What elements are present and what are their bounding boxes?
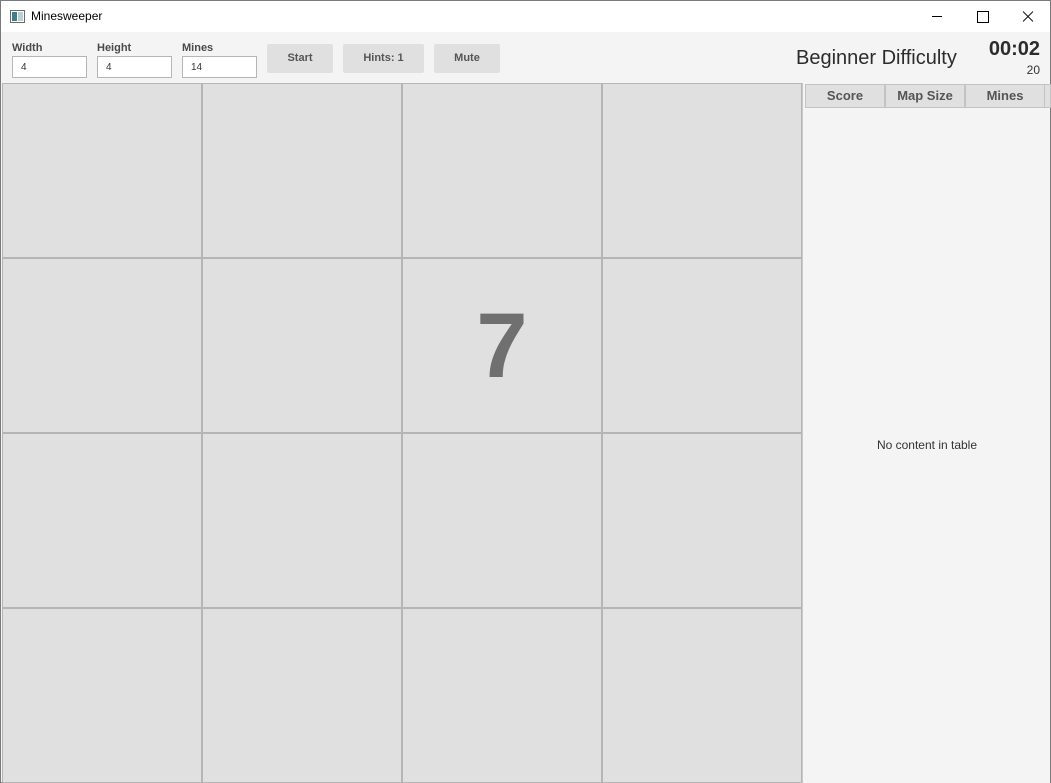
width-field[interactable]: 4 — [12, 56, 87, 78]
cell-number — [203, 434, 401, 607]
mines-field[interactable]: 14 — [182, 56, 257, 78]
cell-number — [603, 84, 801, 257]
cell-number — [403, 434, 601, 607]
cell-number — [203, 609, 401, 782]
cell-number — [3, 259, 201, 432]
board-cell[interactable] — [2, 433, 202, 608]
cell-number — [3, 84, 201, 257]
cell-number — [3, 434, 201, 607]
close-icon[interactable] — [1004, 1, 1050, 32]
toolbar: Width 4 Height 4 Mines 14 Start Hints: 1… — [1, 32, 1050, 83]
timer: 00:02 — [988, 38, 1040, 60]
cell-number — [203, 84, 401, 257]
height-field[interactable]: 4 — [97, 56, 172, 78]
title-bar[interactable]: Minesweeper — [1, 1, 1050, 32]
cell-number: 7 — [476, 295, 528, 397]
start-button[interactable]: Start — [267, 44, 333, 73]
cell-number — [603, 259, 801, 432]
column-header-filler — [1045, 84, 1051, 108]
table-empty-message: No content in table — [876, 438, 978, 452]
difficulty-label: Beginner Difficulty — [796, 47, 957, 69]
window-title: Minesweeper — [31, 9, 103, 23]
column-header-mines[interactable]: Mines — [965, 84, 1045, 108]
board-cell[interactable] — [602, 608, 802, 783]
board-cell[interactable] — [2, 608, 202, 783]
cell-number — [603, 434, 801, 607]
app-window: Minesweeper Width 4 Height 4 Mines 14 St… — [0, 0, 1051, 783]
board-cell[interactable] — [602, 433, 802, 608]
mute-button[interactable]: Mute — [434, 44, 500, 73]
cell-number — [3, 609, 201, 782]
counter: 20 — [1026, 63, 1040, 77]
width-label: Width — [12, 42, 43, 54]
column-header-map-size[interactable]: Map Size — [885, 84, 965, 108]
board-cell[interactable] — [202, 258, 402, 433]
app-icon — [10, 10, 25, 23]
game-board: 7 — [2, 83, 802, 783]
height-label: Height — [97, 42, 132, 54]
cell-number — [603, 609, 801, 782]
cell-number — [403, 84, 601, 257]
board-cell[interactable] — [202, 83, 402, 258]
board-cell[interactable] — [602, 258, 802, 433]
column-header-score[interactable]: Score — [805, 84, 885, 108]
board-cell[interactable] — [402, 433, 602, 608]
board-cell[interactable] — [202, 433, 402, 608]
board-cell[interactable] — [2, 83, 202, 258]
cell-number — [403, 609, 601, 782]
maximize-icon[interactable] — [959, 1, 1005, 32]
board-cell[interactable] — [402, 83, 602, 258]
hints-button[interactable]: Hints: 1 — [343, 44, 424, 73]
board-cell[interactable] — [202, 608, 402, 783]
board-cell[interactable]: 7 — [402, 258, 602, 433]
board-cell[interactable] — [602, 83, 802, 258]
cell-number — [203, 259, 401, 432]
scores-table: Score Map Size Mines No content in table — [802, 83, 1051, 783]
minimize-icon[interactable] — [914, 1, 960, 32]
mines-label: Mines — [182, 42, 214, 54]
board-cell[interactable] — [402, 608, 602, 783]
board-cell[interactable] — [2, 258, 202, 433]
